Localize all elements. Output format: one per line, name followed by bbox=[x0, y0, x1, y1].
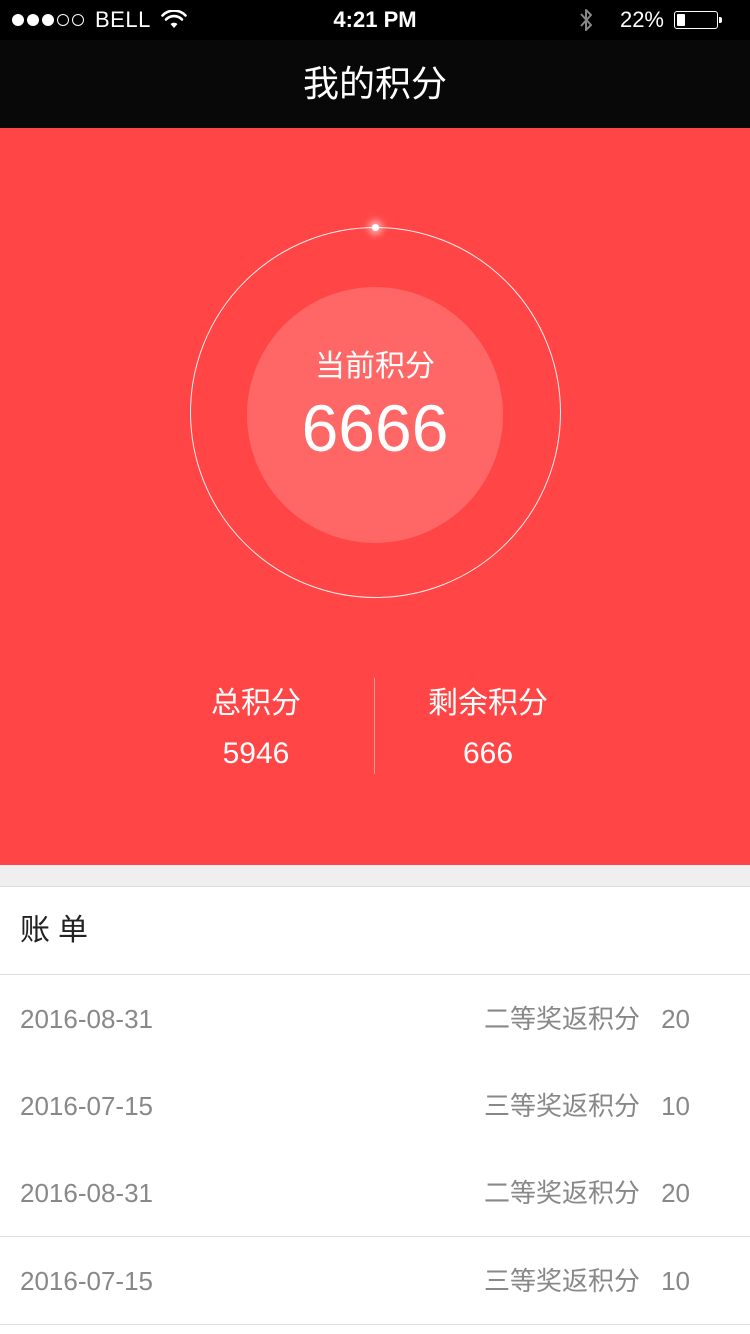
bill-row[interactable]: 2016-07-15 三等奖返积分 10 bbox=[0, 1237, 750, 1325]
bill-header: 账单 bbox=[0, 887, 750, 975]
bill-row[interactable]: 2016-08-31 二等奖返积分 20 bbox=[0, 1149, 750, 1237]
bill-row[interactable]: 2016-08-31 二等奖返积分 20 bbox=[0, 975, 750, 1063]
bill-points: 10 bbox=[661, 1091, 690, 1121]
section-gap bbox=[0, 865, 750, 887]
current-points-label: 当前积分 bbox=[315, 350, 435, 383]
status-right: 22% bbox=[578, 0, 722, 40]
points-hero: 当前积分 6666 总积分 5946 剩余积分 666 bbox=[0, 128, 750, 865]
bill-points: 10 bbox=[661, 1266, 690, 1296]
bill-row[interactable]: 2016-07-15 三等奖返积分 10 bbox=[0, 1062, 750, 1150]
remaining-points-stat: 剩余积分 666 bbox=[378, 684, 598, 774]
battery-percent: 22% bbox=[619, 7, 664, 32]
bill-description: 三等奖返积分 bbox=[483, 1091, 640, 1121]
total-points-label: 总积分 bbox=[211, 687, 301, 720]
battery-fill bbox=[677, 14, 685, 26]
bill-date: 2016-07-15 bbox=[20, 1091, 153, 1121]
bill-points: 20 bbox=[661, 1004, 690, 1034]
bluetooth-icon bbox=[580, 9, 592, 31]
page-title: 我的积分 bbox=[302, 63, 447, 104]
nav-bar: 我的积分 bbox=[0, 40, 750, 128]
remaining-points-label: 剩余积分 bbox=[428, 687, 548, 720]
total-points-value: 5946 bbox=[222, 737, 290, 770]
ring-indicator-dot bbox=[372, 224, 379, 231]
current-points-value: 6666 bbox=[301, 391, 449, 465]
battery-icon bbox=[674, 11, 722, 29]
status-bar: BELL 4:21 PM 22% bbox=[0, 0, 750, 40]
bill-points: 20 bbox=[661, 1178, 690, 1208]
bill-description: 二等奖返积分 bbox=[483, 1004, 640, 1034]
bill-description: 二等奖返积分 bbox=[483, 1178, 640, 1208]
stat-divider bbox=[374, 678, 375, 774]
battery-tip bbox=[719, 17, 722, 23]
remaining-points-value: 666 bbox=[462, 737, 514, 770]
bill-date: 2016-07-15 bbox=[20, 1266, 153, 1296]
total-points-stat: 总积分 5946 bbox=[146, 684, 366, 774]
bill-description: 三等奖返积分 bbox=[483, 1266, 640, 1296]
bill-date: 2016-08-31 bbox=[20, 1178, 153, 1208]
bill-title: 账单 bbox=[20, 914, 96, 947]
bill-date: 2016-08-31 bbox=[20, 1004, 153, 1034]
